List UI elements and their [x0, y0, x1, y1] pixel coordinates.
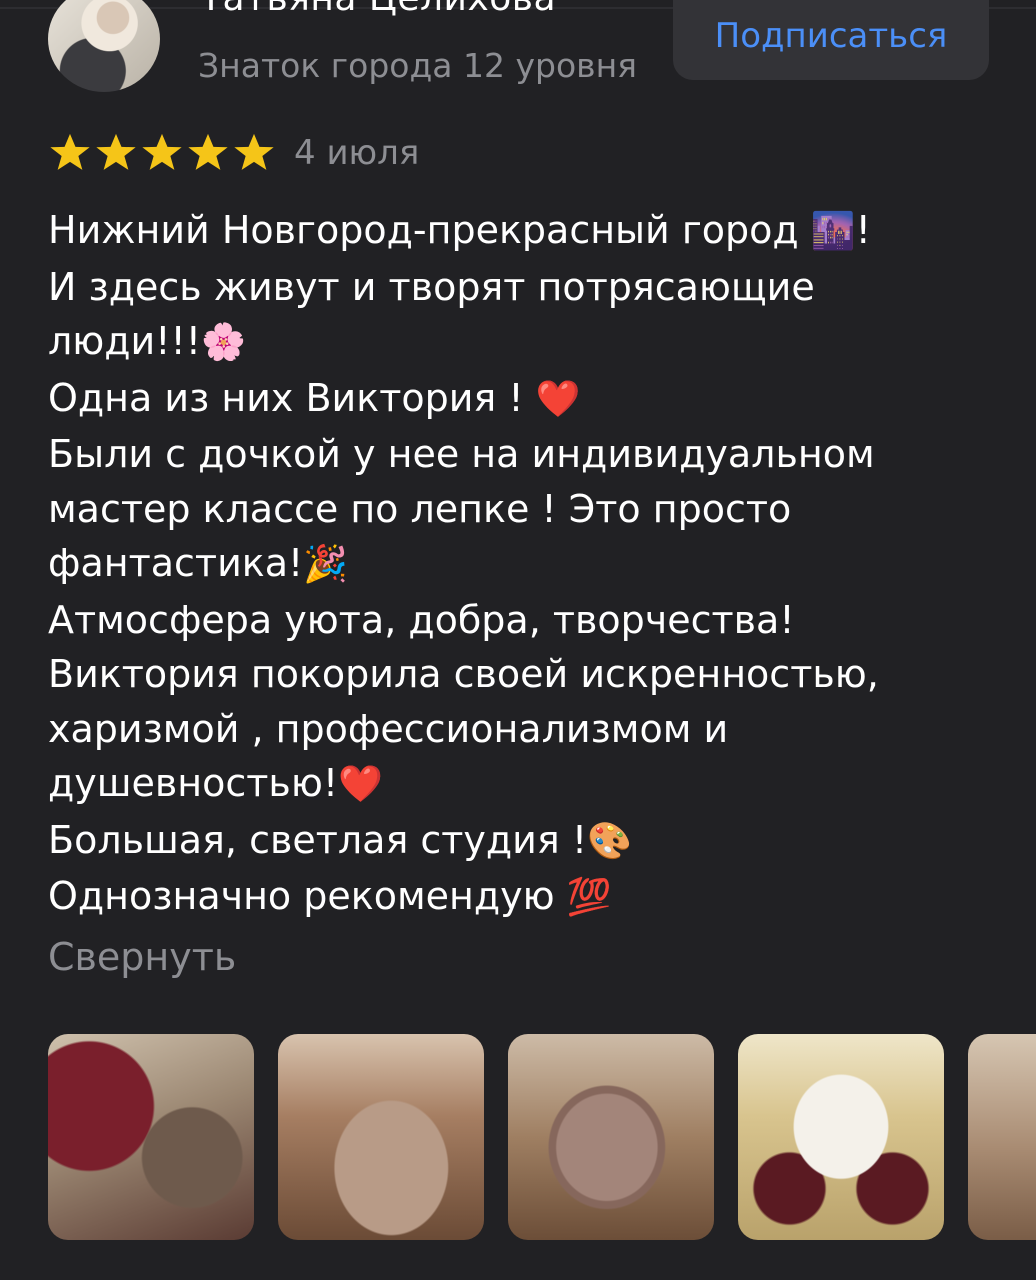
photo-strip[interactable]: [48, 1034, 1036, 1240]
hundred-emoji-icon: 💯: [566, 877, 612, 918]
avatar[interactable]: [48, 0, 160, 92]
heart-emoji-icon: ❤️: [338, 764, 383, 805]
city-emoji-icon: 🌆: [810, 211, 856, 252]
user-name[interactable]: Татьяна Целихова: [200, 0, 556, 19]
review-line: Атмосфера уюта, добра, творчества!: [48, 597, 795, 642]
star-icon: [142, 133, 182, 170]
star-icon: [50, 133, 90, 170]
star-icon: [234, 133, 274, 170]
collapse-link[interactable]: Свернуть: [48, 935, 236, 979]
review-date: 4 июля: [294, 133, 420, 173]
photo-thumbnail-1[interactable]: [48, 1034, 254, 1240]
heart-emoji-icon: ❤️: [535, 378, 581, 420]
review-line: Были с дочкой у нее на индивидуальном: [48, 432, 875, 476]
review-line: Нижний Новгород-прекрасный город 🌆!: [48, 208, 871, 252]
photo-thumbnail-4[interactable]: [738, 1034, 944, 1240]
photo-thumbnail-3[interactable]: [508, 1034, 714, 1240]
review-line: Большая, светлая студия !🎨: [48, 817, 632, 862]
palette-emoji-icon: 🎨: [587, 820, 632, 862]
review-line: харизмой , профессионализмом и: [48, 706, 729, 751]
review-line: мастер классе по лепке ! Это просто: [48, 486, 792, 531]
review-line: душевностью!❤️: [48, 761, 383, 805]
user-level: Знаток города 12 уровня: [198, 46, 638, 85]
review-text: Нижний Новгород-прекрасный город 🌆! И зд…: [48, 203, 1008, 926]
star-icon: [188, 133, 228, 170]
photo-thumbnail-2[interactable]: [278, 1034, 484, 1240]
photo-thumbnail-5[interactable]: [968, 1034, 1036, 1240]
review-line: фантастика!🎉: [48, 541, 349, 585]
review-line: Виктория покорила своей искренностью,: [48, 652, 879, 696]
review-line: И здесь живут и творят потрясающие: [48, 264, 815, 309]
party-popper-emoji-icon: 🎉: [303, 544, 349, 585]
review-line: Однозначно рекомендую 💯: [48, 874, 612, 918]
review-line: люди!!!🌸: [48, 319, 246, 363]
rating-stars: [48, 132, 276, 172]
star-icon: [96, 133, 136, 170]
review-line: Одна из них Виктория ! ❤️: [48, 375, 581, 420]
blossom-emoji-icon: 🌸: [200, 322, 246, 363]
subscribe-button[interactable]: Подписаться: [673, 0, 989, 80]
